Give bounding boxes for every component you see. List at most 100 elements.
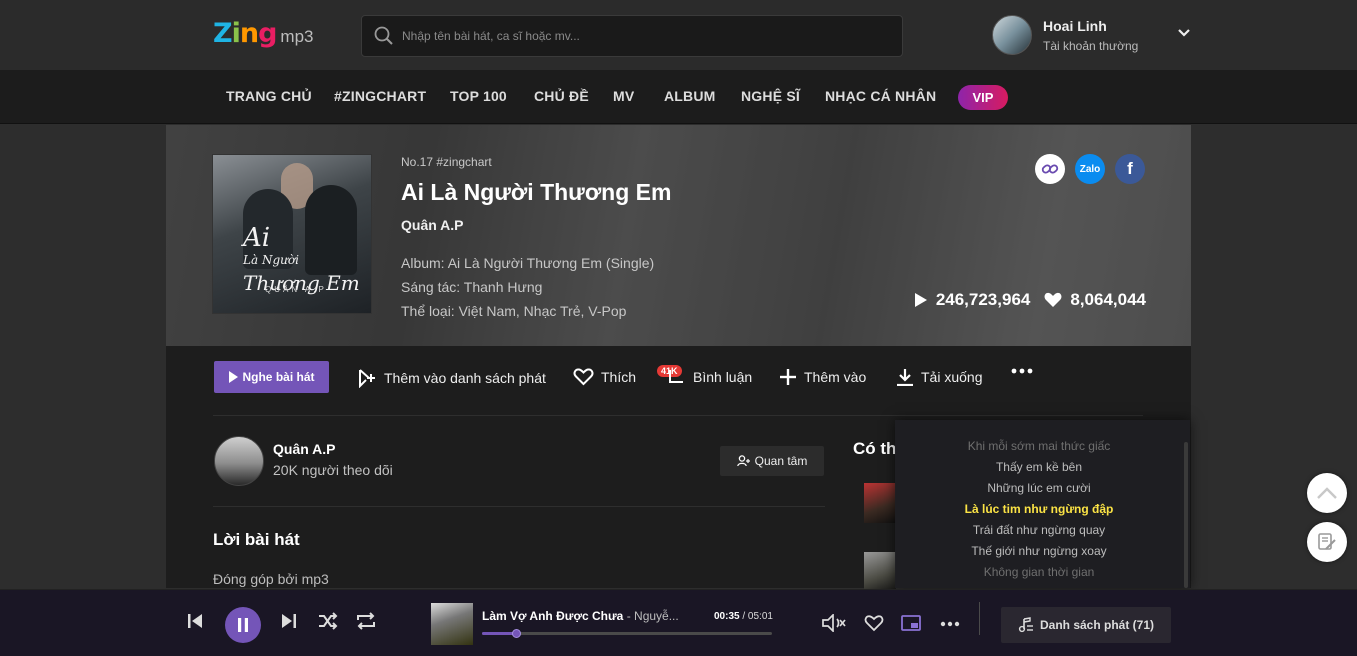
suggestions-heading: Có th (853, 439, 897, 458)
artist-name[interactable]: Quân A.P (273, 441, 336, 457)
now-playing-thumbnail[interactable] (431, 603, 473, 645)
play-song-button[interactable]: Nghe bài hát (214, 361, 329, 393)
add-to-playlist-button[interactable]: Thêm vào danh sách phát (357, 368, 546, 388)
zalo-icon: Zalo (1079, 163, 1101, 175)
comment-button[interactable]: Bình luận (668, 368, 752, 386)
now-playing-artist[interactable]: - Nguyễ... (623, 609, 679, 623)
pause-icon (238, 618, 248, 632)
progress-handle[interactable] (511, 629, 521, 638)
player-divider (979, 602, 980, 635)
like-count: 8,064,044 (1044, 290, 1146, 310)
section-divider (213, 506, 825, 507)
scroll-top-button[interactable] (1307, 473, 1347, 513)
playlist-icon (1018, 617, 1033, 633)
heart-outline-icon (573, 368, 594, 386)
next-icon[interactable] (281, 612, 297, 630)
now-playing-title[interactable]: Làm Vợ Anh Được Chưa - Nguyễ... (482, 609, 679, 623)
chevron-up-icon (1317, 487, 1337, 499)
nav-item-album[interactable]: ALBUM (664, 88, 716, 104)
lyric-line: Không gian thời gian (983, 565, 1095, 579)
download-button[interactable]: Tải xuống (896, 368, 982, 386)
search-icon (374, 26, 393, 45)
repeat-icon[interactable] (356, 612, 376, 630)
user-avatar[interactable] (992, 15, 1032, 55)
artist-avatar[interactable] (214, 436, 264, 486)
more-dots-icon[interactable] (940, 621, 960, 627)
facebook-share-button[interactable]: f (1115, 154, 1145, 184)
nav-item-topics[interactable]: CHỦ ĐỀ (534, 88, 589, 104)
nav-item-zingchart[interactable]: #ZINGCHART (334, 88, 426, 104)
lyric-line: Khi mỗi sớm mai thức giấc (967, 439, 1111, 453)
like-button[interactable]: Thích (573, 368, 636, 386)
cover-artist: QUÂN A.P (265, 285, 327, 294)
plus-icon (780, 369, 796, 385)
chevron-down-icon[interactable] (1177, 28, 1191, 38)
feedback-button[interactable] (1307, 522, 1347, 562)
search-bar[interactable] (361, 15, 903, 57)
heart-outline-icon[interactable] (864, 615, 884, 632)
search-input[interactable] (402, 29, 882, 43)
volume-icon[interactable] (822, 614, 846, 632)
top-header: Zing mp3 Hoai Linh Tài khoản thường (0, 0, 1357, 70)
progress-bar[interactable] (482, 629, 772, 638)
nav-item-artists[interactable]: NGHỆ SĨ (741, 88, 800, 104)
main-nav: TRANG CHỦ #ZINGCHART TOP 100 CHỦ ĐỀ MV A… (0, 70, 1357, 124)
add-to-button[interactable]: Thêm vào (779, 368, 866, 386)
player-bar: Làm Vợ Anh Được Chưa - Nguyễ... 00:35 / … (0, 589, 1357, 656)
cover-title: Ai Là Người Thương Em (243, 223, 360, 295)
user-menu[interactable]: Hoai Linh Tài khoản thường (992, 15, 1138, 55)
logo-mp3-text: mp3 (280, 27, 314, 46)
shuffle-icon[interactable] (318, 612, 338, 630)
edit-note-icon (1318, 533, 1336, 550)
suggestion-thumbnail[interactable] (864, 483, 896, 523)
vip-badge[interactable]: VIP (958, 85, 1008, 110)
action-bar: Nghe bài hát Thêm vào danh sách phát Thí… (166, 346, 1191, 414)
nav-item-top100[interactable]: TOP 100 (450, 88, 507, 104)
album-cover[interactable]: Ai Là Người Thương Em QUÂN A.P (212, 154, 372, 314)
lyric-line: Trái đất như ngừng quay (972, 523, 1106, 537)
lyric-line: Thấy em kề bên (995, 460, 1083, 474)
logo-zing-text: Zing (213, 18, 277, 49)
song-album[interactable]: Album: Ai Là Người Thương Em (Single) (401, 251, 671, 275)
section-divider (213, 415, 1143, 416)
playlist-add-icon (359, 369, 375, 388)
lyric-line: Những lúc em cười (987, 481, 1091, 495)
song-stats: 246,723,964 8,064,044 (900, 290, 1146, 310)
lyric-line: Thế giới như ngừng xoay (971, 544, 1107, 558)
progress-fill (482, 632, 516, 635)
zalo-share-button[interactable]: Zalo (1075, 154, 1105, 184)
comment-icon (669, 370, 683, 383)
nav-item-personal[interactable]: NHẠC CÁ NHÂN (825, 88, 936, 104)
song-composer[interactable]: Sáng tác: Thanh Hưng (401, 275, 671, 299)
play-icon (914, 293, 927, 307)
chart-rank: No.17 #zingchart (401, 155, 492, 169)
user-follow-icon (736, 455, 750, 467)
artist-followers: 20K người theo dõi (273, 462, 393, 478)
karaoke-lyrics-panel[interactable]: Khi mỗi sớm mai thức giấc Thấy em kề bên… (895, 420, 1190, 588)
play-count: 246,723,964 (914, 290, 1030, 310)
lyrics-heading: Lời bài hát (213, 530, 300, 549)
playlist-button[interactable]: Danh sách phát (71) (1001, 607, 1171, 643)
nav-item-home[interactable]: TRANG CHỦ (226, 88, 312, 104)
previous-icon[interactable] (187, 612, 203, 630)
pause-button[interactable] (225, 607, 261, 643)
song-genre[interactable]: Thể loại: Việt Nam, Nhạc Trẻ, V-Pop (401, 299, 671, 323)
user-account-type: Tài khoản thường (1043, 38, 1139, 53)
playback-time: 00:35 / 05:01 (714, 611, 773, 622)
song-info: No.17 #zingchart Ai Là Người Thương Em Q… (401, 155, 671, 323)
nav-item-mv[interactable]: MV (613, 88, 634, 104)
more-options-button[interactable] (1011, 368, 1040, 374)
heart-icon (1044, 292, 1062, 307)
mini-player-icon[interactable] (901, 615, 921, 631)
lyric-line-active: Là lúc tim như ngừng đập (964, 502, 1114, 516)
download-icon (897, 369, 913, 386)
more-dots-icon (1011, 368, 1033, 374)
song-artist-link[interactable]: Quân A.P (401, 217, 671, 233)
follow-button[interactable]: Quan tâm (720, 446, 824, 476)
copy-link-button[interactable] (1035, 154, 1065, 184)
user-name: Hoai Linh (1043, 17, 1107, 34)
play-icon (229, 371, 239, 383)
suggestion-thumbnail[interactable] (864, 552, 896, 592)
facebook-icon: f (1127, 159, 1133, 178)
zing-mp3-logo[interactable]: Zing mp3 (213, 18, 313, 49)
